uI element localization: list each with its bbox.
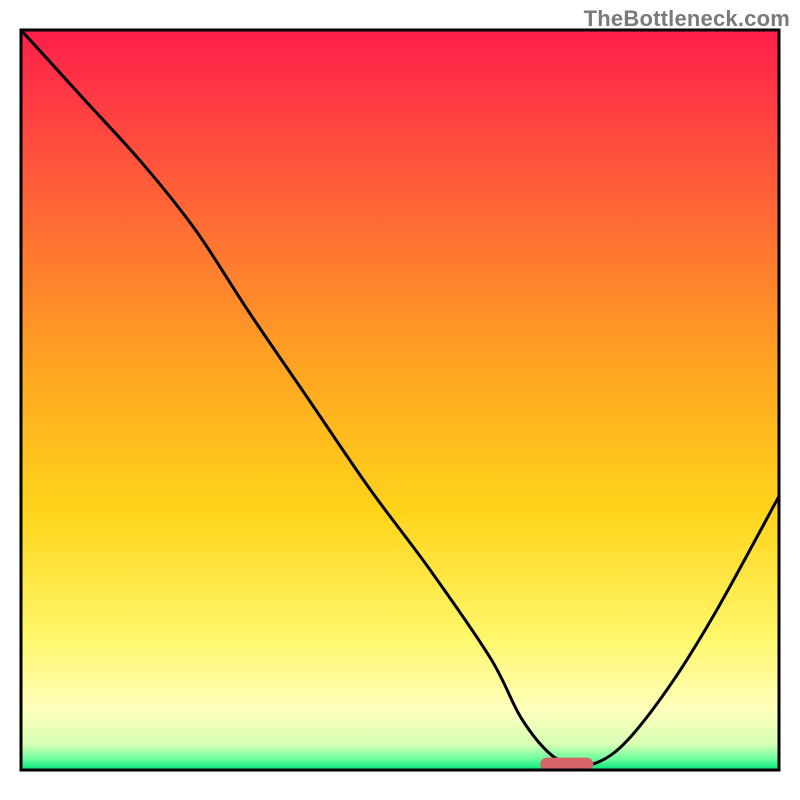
chart-stage: TheBottleneck.com <box>0 0 800 800</box>
bottleneck-chart <box>0 0 800 800</box>
gradient-background <box>21 30 779 770</box>
